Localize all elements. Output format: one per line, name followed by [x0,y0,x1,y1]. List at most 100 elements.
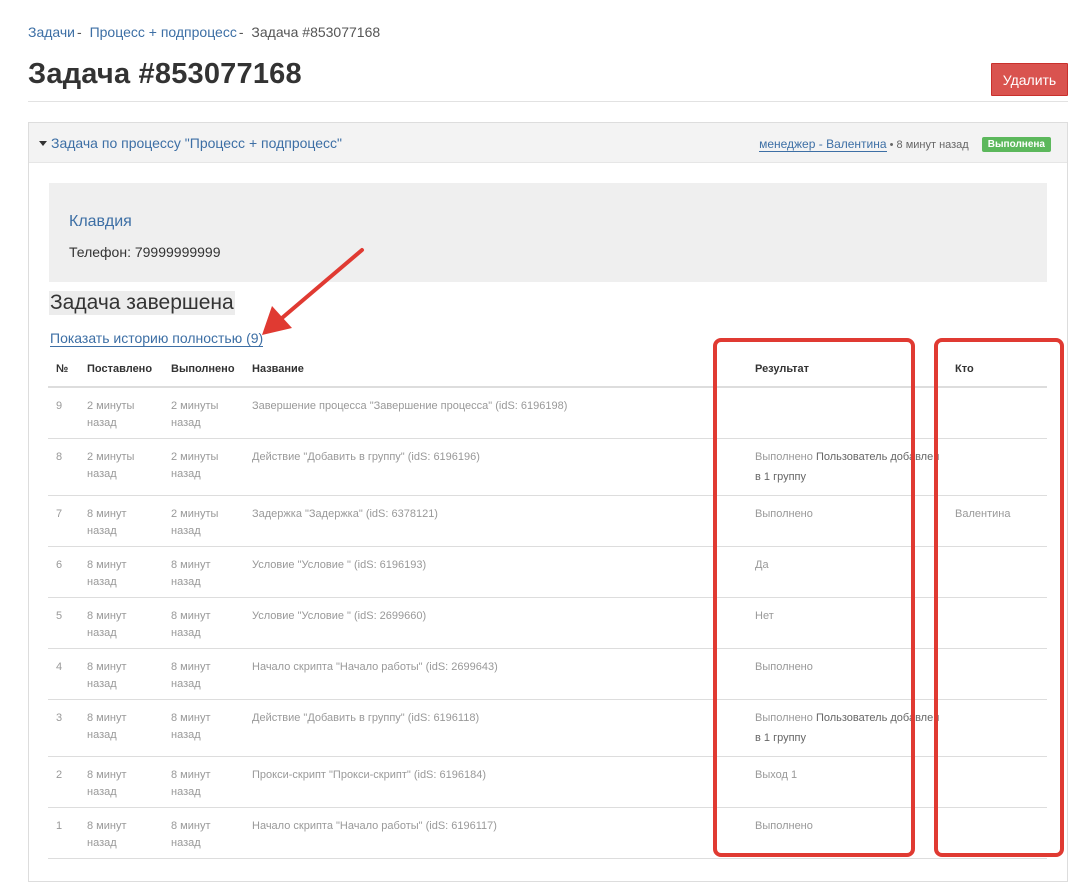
cell-done-line1: 8 минут [171,711,211,724]
cell-done: 8 минут назад [163,648,244,700]
cell-done: 8 минут назад [163,597,244,649]
cell-done-line1: 8 минут [171,609,211,622]
cell-set-line2: назад [87,836,117,849]
cell-result: Выполнено [747,495,947,547]
cell-set-line1: 2 минуты [87,400,135,412]
cell-number: 6 [48,546,79,598]
cell-name: Действие "Добавить в группу" (idS: 61961… [244,438,747,496]
cell-set-line1: 8 минут [87,768,127,781]
cell-who: Валентина [947,495,1047,547]
table-row: 4 8 минут назад 8 минут назад Начало скрипта … [48,648,1047,700]
breadcrumb-separator: - [238,24,244,40]
cell-number: 3 [48,699,79,757]
cell-result: Да [747,546,947,598]
table-row: 9 2 минуты назад 2 минуты назад Завершение пр… [48,387,1047,439]
cell-result: Выполнено [747,648,947,700]
cell-name: Начало скрипта "Начало работы" (idS: 269… [244,648,747,700]
cell-done-line1: 8 минут [171,558,211,571]
breadcrumb-separator: - [77,24,82,40]
cell-result-status: Да [755,558,769,571]
cell-who [947,438,1047,496]
cell-done-line2: назад [171,785,201,798]
cell-name: Задержка "Задержка" (idS: 6378121) [244,495,747,547]
cell-done-line2: назад [171,626,201,639]
cell-who [947,648,1047,700]
cell-set-line2: назад [87,677,117,690]
cell-set-line2: назад [87,575,117,588]
cell-set: 8 минут назад [79,546,163,598]
delete-button[interactable]: Удалить [991,63,1068,96]
cell-set: 8 минут назад [79,495,163,547]
cell-set-line1: 8 минут [87,660,127,673]
cell-who [947,387,1047,439]
cell-set-line2: назад [87,524,117,537]
table-row: 2 8 минут назад 8 минут назад Прокси-скрипт "… [48,756,1047,808]
breadcrumb-current: Задача #853077168 [251,24,381,40]
cell-set: 8 минут назад [79,807,163,859]
panel-header: Задача по процессу "Процесс + подпроцесс… [29,123,1067,163]
cell-set: 8 минут назад [79,597,163,649]
cell-set-line2: назад [87,467,117,480]
table-row: 3 8 минут назад 8 минут назад Действие "Добав… [48,699,1047,757]
panel-toggle-label: Задача по процессу "Процесс + подпроцесс… [51,135,343,151]
cell-done-line1: 8 минут [171,819,211,832]
cell-set-line2: назад [87,417,117,429]
cell-done-line1: 8 минут [171,768,211,781]
cell-result-status: Выполнено [755,450,813,463]
cell-who [947,756,1047,808]
cell-set-line2: назад [87,728,117,741]
cell-result: Выполнено Пользователь добавлен в 1 груп… [747,438,947,496]
panel-time: • 8 минут назад [889,139,969,151]
title-divider [28,101,1068,102]
cell-done-line2: назад [171,836,201,849]
cell-set: 2 минуты назад [79,387,163,439]
cell-result: Выход 1 [747,756,947,808]
table-row: 6 8 минут назад 8 минут назад Условие "Услови… [48,546,1047,598]
cell-result-status: Выполнено [755,660,813,673]
cell-done-line2: назад [171,524,201,537]
cell-result: Выполнено [747,807,947,859]
cell-done-line1: 2 минуты [171,400,219,412]
status-badge: Выполнена [981,137,1051,152]
table-header-row: № Поставлено Выполнено Название Результа… [48,352,1047,388]
cell-done-line1: 8 минут [171,660,211,673]
cell-set: 8 минут назад [79,699,163,757]
history-table: № Поставлено Выполнено Название Результа… [48,352,1047,859]
cell-set-line2: назад [87,626,117,639]
cell-done: 8 минут назад [163,699,244,757]
cell-done: 2 минуты назад [163,495,244,547]
cell-set-line1: 8 минут [87,609,127,622]
column-header-done: Выполнено [163,352,244,388]
cell-result-status: Нет [755,609,774,622]
table-row: 8 2 минуты назад 2 минуты назад Действие "Доб… [48,438,1047,496]
cell-done-line2: назад [171,417,201,429]
cell-result-status: Выполнено [755,711,813,724]
cell-number: 8 [48,438,79,496]
breadcrumb-link-tasks[interactable]: Задачи [28,24,75,40]
table-row: 1 8 минут назад 8 минут назад Начало скрипта … [48,807,1047,859]
show-full-history-link[interactable]: Показать историю полностью (9) [50,330,264,347]
manager-link[interactable]: менеджер - Валентина [759,137,887,152]
cell-done-line2: назад [171,728,201,741]
cell-who [947,597,1047,649]
cell-who [947,699,1047,757]
table-row: 7 8 минут назад 2 минуты назад Задержка "Заде… [48,495,1047,547]
cell-done-line1: 2 минуты [171,507,219,520]
cell-done-line2: назад [171,677,201,690]
panel-toggle[interactable]: Задача по процессу "Процесс + подпроцесс… [39,135,342,151]
breadcrumb-link-process[interactable]: Процесс + подпроцесс [90,24,237,40]
client-name-link[interactable]: Клавдия [69,213,132,231]
column-header-number: № [48,352,79,388]
cell-done: 8 минут назад [163,756,244,808]
page-title: Задача #853077168 [28,58,302,90]
cell-result-status: Выход 1 [755,768,798,781]
cell-name: Прокси-скрипт "Прокси-скрипт" (idS: 6196… [244,756,747,808]
cell-done: 2 минуты назад [163,438,244,496]
cell-set: 8 минут назад [79,756,163,808]
column-header-set: Поставлено [79,352,163,388]
panel-meta: менеджер - Валентина • 8 минут назад Вып… [759,137,1051,152]
cell-who [947,807,1047,859]
cell-number: 2 [48,756,79,808]
cell-set-line1: 8 минут [87,507,127,520]
cell-name: Действие "Добавить в группу" (idS: 61961… [244,699,747,757]
